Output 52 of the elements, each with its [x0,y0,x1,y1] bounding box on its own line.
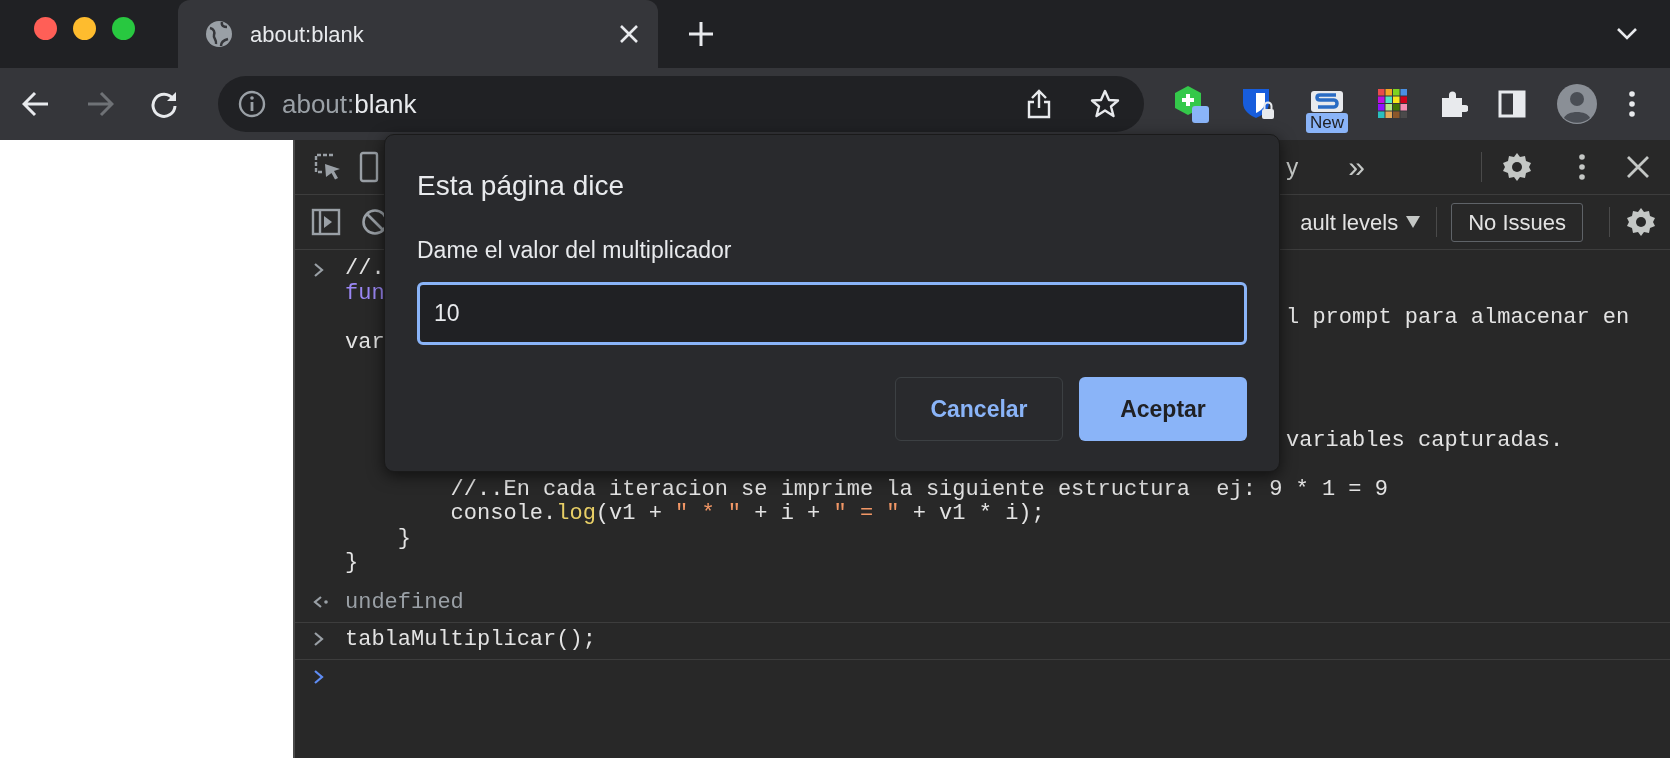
sidebar-icon[interactable] [1498,90,1526,118]
new-badge: New [1306,112,1348,133]
code-line: fun [345,281,385,306]
close-icon[interactable] [1626,155,1650,179]
log-levels-dropdown[interactable]: ault levels [1300,205,1421,239]
minimize-window-button[interactable] [73,16,96,40]
tab-title: about:blank [250,20,365,49]
reload-icon[interactable] [150,90,178,118]
cancel-button[interactable]: Cancelar [895,377,1063,441]
star-icon[interactable] [1090,89,1120,119]
s-logo-icon [1310,89,1344,112]
prompt-icon [313,668,325,685]
new-tab-icon[interactable] [688,21,714,47]
kebab-menu-icon[interactable] [1578,153,1586,181]
code-line: console.log(v1 + " * " + i + " = " + v1 * i); [449,502,1045,527]
shield-lock-icon[interactable] [1240,87,1276,121]
code-line: //..En cada iteracion se imprime la siguiente estructura ej: 9 * 1 = 9 [449,477,1388,502]
input-field[interactable]: 10 [417,281,1247,345]
code-line: l prompt para almacenar en [1286,306,1630,331]
back-arrow-icon[interactable] [22,91,50,117]
panel-tab[interactable]: y [1286,149,1299,185]
return-arrow-icon [313,595,329,610]
info-icon[interactable] [238,90,266,118]
kebab-menu-icon[interactable] [1628,90,1636,118]
code-line: //. [345,257,385,282]
code-line: } [345,551,359,576]
accept-button[interactable]: Aceptar [1079,377,1247,441]
code-line: variables capturadas. [1286,428,1564,453]
color-grid-icon[interactable] [1378,89,1408,119]
settings-icon[interactable] [1502,152,1532,182]
dialog-title: Esta página dice [417,169,626,203]
sidebar-toggle-icon[interactable] [311,208,341,236]
share-icon[interactable] [1026,89,1052,119]
globe-icon [204,19,234,49]
chevron-down-icon[interactable] [1616,27,1638,41]
code-line: var [345,330,385,355]
extension-icon[interactable] [1172,84,1210,124]
command-text: tablaMultiplicar(); [345,628,596,653]
device-icon[interactable] [359,151,379,183]
dialog-message: Dame el valor del multiplicador [417,236,733,265]
settings-icon[interactable] [1626,207,1656,237]
address-field[interactable]: about:blank [282,84,417,124]
result-text: undefined [345,591,464,616]
browser-tab[interactable]: about:blank [178,0,658,68]
close-window-button[interactable] [34,16,57,40]
maximize-window-button[interactable] [112,16,135,40]
avatar-icon[interactable] [1556,83,1598,125]
issues-button[interactable]: No Issues [1451,202,1583,242]
code-line: } [396,526,411,551]
caret-icon [1406,216,1421,228]
extension-button[interactable]: New [1306,89,1348,133]
more-tabs-button[interactable]: » [1348,152,1365,182]
